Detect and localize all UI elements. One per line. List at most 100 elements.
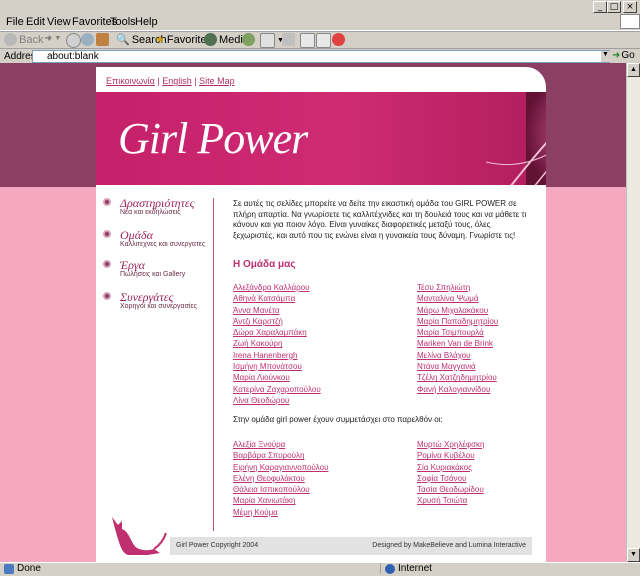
scroll-up-button[interactable]: ▲ (627, 63, 640, 77)
close-button[interactable]: × (623, 1, 637, 13)
forward-button[interactable]: ➜ ▼ (44, 33, 61, 44)
search-icon: 🔍 (116, 34, 130, 46)
team-member-link[interactable]: Δώρα Χαραλαμπάκη (233, 327, 321, 338)
address-input[interactable]: about:blank (32, 50, 610, 63)
team-member-link[interactable]: Irena Hanenbergh (233, 350, 321, 361)
zone-text: Internet (398, 563, 432, 574)
team-member-link[interactable]: Ζωή Κακούρη (233, 338, 321, 349)
windows-logo-icon (620, 14, 640, 29)
designed-by-text: Designed by MakeBelieve and Lumina Inter… (372, 542, 526, 549)
team-member-link[interactable]: Μανταλίνα Ψωμά (417, 293, 498, 304)
print-button[interactable] (282, 33, 295, 46)
refresh-icon (81, 33, 94, 46)
menu-edit[interactable]: Edit (26, 16, 45, 28)
vertical-scrollbar[interactable]: ▲ ▼ (626, 63, 640, 562)
past-member-link[interactable]: Ρομίνα Κυβέλου (417, 450, 484, 461)
star-icon: ★ (155, 34, 165, 46)
team-list-right: Τέσυ Σπηλιώτη Μανταλίνα Ψωμά Μάρω Μιχαλα… (417, 282, 498, 395)
window-title-bar: _ □ × (0, 0, 640, 14)
intro-text: Σε αυτές τις σελίδες μπορείτε να δείτε τ… (233, 199, 527, 240)
page-done-icon (4, 563, 14, 574)
past-member-link[interactable]: Μαρία Χανιωτάκη (233, 495, 329, 506)
footer-bar: Girl Power Copyright 2004 Designed by Ma… (170, 537, 532, 555)
link-english[interactable]: English (162, 76, 192, 86)
messenger-button[interactable] (332, 33, 345, 46)
team-member-link[interactable]: Mariken Van de Brink (417, 338, 498, 349)
past-member-link[interactable]: Θάλεια Ισπικοπούλου (233, 484, 329, 495)
mail-button[interactable]: ▼ (260, 33, 284, 48)
stop-icon (66, 33, 81, 48)
home-icon (96, 33, 109, 46)
past-member-link[interactable]: Μέμη Κούμα (233, 507, 329, 518)
team-member-link[interactable]: Άννα Μανέτα (233, 305, 321, 316)
team-list-left: Αλεξάνδρα Καλλάρου Αθηνά Κατσάμπα Άννα Μ… (233, 282, 321, 406)
stop-button[interactable] (66, 33, 81, 48)
status-bar: Done Internet (0, 562, 640, 576)
home-button[interactable] (96, 33, 109, 46)
mail-icon (260, 33, 275, 48)
address-dropdown[interactable]: ▼ (601, 51, 610, 62)
menu-view[interactable]: View (47, 16, 71, 28)
team-member-link[interactable]: Μελίνα Βλάχου (417, 350, 498, 361)
browser-viewport: Επικοινωνία | English | Site Map Girl Po… (0, 63, 626, 562)
discuss-button[interactable] (316, 33, 331, 48)
team-member-link[interactable]: Τζέλη Χατζηδημητρίου (417, 372, 498, 383)
edit-button[interactable] (300, 33, 315, 48)
past-member-link[interactable]: Χρυσή Τσιώτα (417, 495, 484, 506)
refresh-button[interactable] (81, 33, 94, 46)
menu-tools[interactable]: Tools (110, 16, 136, 28)
history-button[interactable] (242, 33, 255, 46)
nav-bullet-icon (103, 292, 111, 300)
go-arrow-icon: ➜ (612, 50, 621, 61)
menu-help[interactable]: Help (135, 16, 158, 28)
messenger-icon (332, 33, 345, 46)
content-divider (213, 198, 214, 531)
past-member-link[interactable]: Ειρήνη Καραγιαννοπούλου (233, 462, 329, 473)
site-logo: Girl Power (118, 114, 308, 163)
menu-file[interactable]: File (6, 16, 24, 28)
past-member-link[interactable]: Βαρβάρα Σπυρούλη (233, 450, 329, 461)
team-member-link[interactable]: Κατερίνα Ζαχαροπούλου (233, 384, 321, 395)
forward-arrow-icon: ➜ (44, 33, 53, 44)
team-heading: Η Ομάδα μας (233, 259, 296, 270)
maximize-button[interactable]: □ (607, 1, 621, 13)
team-member-link[interactable]: Άντζι Καρστζή (233, 316, 321, 327)
past-member-link[interactable]: Ελένη Θεοφυλάκτου (233, 473, 329, 484)
scroll-down-button[interactable]: ▼ (627, 548, 640, 562)
team-member-link[interactable]: Λίνα Θεοδώρου (233, 395, 321, 406)
internet-globe-icon (385, 563, 395, 574)
status-text: Done (17, 563, 41, 574)
history-icon (242, 33, 255, 46)
print-icon (282, 33, 295, 46)
past-member-link[interactable]: Αλεξία Ξνούρα (233, 439, 329, 450)
team-member-link[interactable]: Μαρία Λιούνκου (233, 372, 321, 383)
copyright-text: Girl Power Copyright 2004 (176, 542, 259, 549)
back-arrow-icon (4, 33, 17, 46)
team-member-link[interactable]: Μαρία Παπαδημητρίου (417, 316, 498, 327)
past-member-link[interactable]: Σοφία Τσάνου (417, 473, 484, 484)
nav-bullet-icon (103, 198, 111, 206)
link-contact[interactable]: Επικοινωνία (106, 76, 155, 86)
past-member-link[interactable]: Σία Κυριακάκος (417, 462, 484, 473)
past-list-left: Αλεξία Ξνούρα Βαρβάρα Σπυρούλη Ειρήνη Κα… (233, 439, 329, 518)
past-member-link[interactable]: Τασία Θεοδωρίδου (417, 484, 484, 495)
team-member-link[interactable]: Μαρία Τσιμπουρλά (417, 327, 498, 338)
past-participants-text: Στην ομάδα girl power έχουν συμμετάσχει … (233, 415, 443, 424)
past-member-link[interactable]: Μυρτώ Χρηλέφσκη (417, 439, 484, 450)
link-sitemap[interactable]: Site Map (199, 76, 235, 86)
menu-bar: File Edit View Favorites Tools Help (0, 14, 640, 31)
go-button[interactable]: ➜ Go (612, 50, 635, 61)
team-member-link[interactable]: Αλεξάνδρα Καλλάρου (233, 282, 321, 293)
cat-silhouette-icon (112, 517, 167, 555)
team-member-link[interactable]: Αθηνά Κατσάμπα (233, 293, 321, 304)
team-member-link[interactable]: Ισμήνη Μπονάτσου (233, 361, 321, 372)
team-member-link[interactable]: Μάρω Μιχαλακάκου (417, 305, 498, 316)
team-member-link[interactable]: Φανή Καλογιαννίδου (417, 384, 498, 395)
toolbar: Back ▼ ➜ ▼ 🔍 Search ★ Favorites Media ▼ (0, 31, 640, 49)
team-member-link[interactable]: Ντάνα Μαγγανιά (417, 361, 498, 372)
team-member-link[interactable]: Τέσυ Σπηλιώτη (417, 282, 498, 293)
top-links: Επικοινωνία | English | Site Map (106, 76, 235, 86)
minimize-button[interactable]: _ (593, 1, 607, 13)
media-icon (204, 33, 217, 46)
nav-bullet-icon (103, 230, 111, 238)
